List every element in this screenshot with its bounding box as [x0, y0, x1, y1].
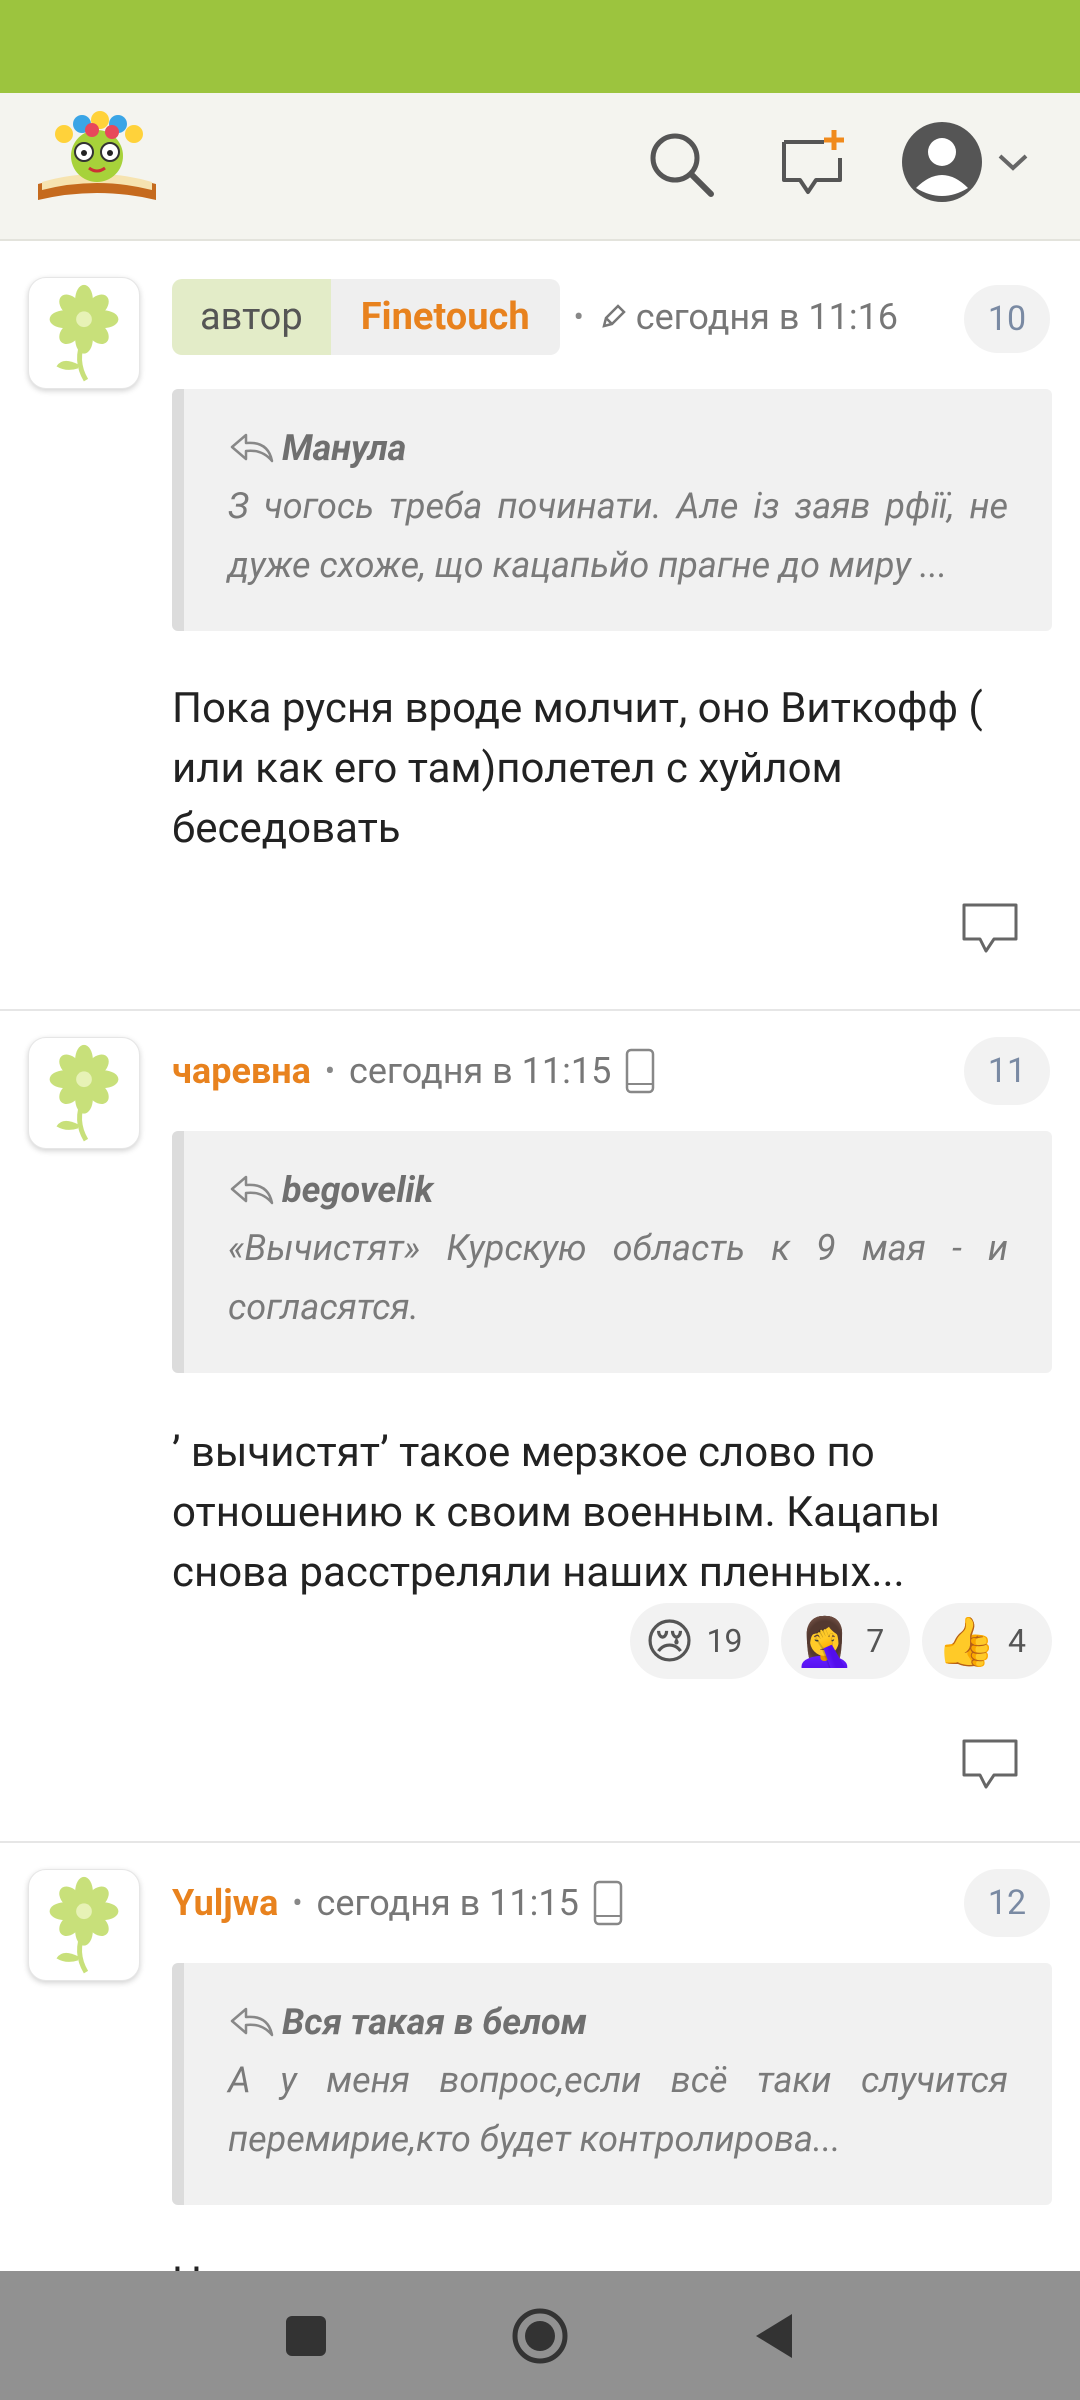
user-avatar-icon[interactable]: [900, 120, 984, 204]
reply-icon[interactable]: [960, 901, 1020, 957]
comment-number[interactable]: 11: [964, 1037, 1050, 1105]
username[interactable]: Finetouch: [330, 279, 560, 355]
recent-apps-icon[interactable]: [284, 2314, 328, 2358]
comment-meta: автор Finetouch • сегодня в 11:16: [172, 279, 898, 355]
reaction-count: 19: [706, 1622, 743, 1660]
pencil-icon: [602, 304, 626, 328]
comment-number[interactable]: 12: [964, 1869, 1050, 1937]
comment-meta: Yuljwa • сегодня в 11:15: [172, 1865, 623, 1941]
comment-item: чаревна • сегодня в 11:15 11 begovelik «…: [0, 1011, 1080, 1843]
author-label: автор: [172, 279, 331, 355]
quote-block[interactable]: begovelik «Вычистят» Курскую область к 9…: [172, 1131, 1052, 1373]
facepalm-emoji-icon: 🤦‍♀️: [794, 1612, 855, 1670]
reaction-count: 4: [1008, 1622, 1026, 1660]
separator-dot: •: [324, 1053, 335, 1089]
reply-arrow-icon: [230, 433, 274, 463]
comment-meta: чаревна • сегодня в 11:15: [172, 1033, 655, 1109]
username[interactable]: чаревна: [172, 1050, 311, 1092]
reaction-count: 7: [866, 1622, 885, 1660]
comment-text: ’ вычистят’ такое мерзкое слово по отнош…: [172, 1428, 941, 1597]
comment-text: Н: [172, 2253, 1052, 2271]
mobile-device-icon: [626, 1048, 655, 1094]
comments-list: автор Finetouch • сегодня в 11:16 10 Ман…: [0, 241, 1080, 2271]
avatar[interactable]: [28, 1869, 140, 1981]
comment-item: автор Finetouch • сегодня в 11:16 10 Ман…: [0, 241, 1080, 1011]
system-nav-bar: [0, 2271, 1080, 2400]
comment-time: сегодня в 11:16: [635, 296, 899, 338]
comment-text: Пока русня вроде молчит, оно Виткофф ( и…: [172, 684, 983, 853]
status-bar: [0, 0, 1080, 93]
flower-avatar-icon: [49, 284, 119, 382]
flower-avatar-icon: [49, 1876, 119, 1974]
back-icon[interactable]: [752, 2311, 796, 2361]
quote-block[interactable]: Вся такая в белом А у меня вопрос,если в…: [172, 1963, 1052, 2205]
username[interactable]: Yuljwa: [172, 1882, 278, 1924]
avatar[interactable]: [28, 277, 140, 389]
reply-icon[interactable]: [960, 1737, 1020, 1793]
reply-arrow-icon: [230, 2007, 274, 2037]
reaction-facepalm[interactable]: 🤦‍♀️ 7: [780, 1603, 911, 1679]
comment-time: сегодня в 11:15: [316, 1882, 579, 1924]
home-icon[interactable]: [510, 2306, 570, 2366]
author-badge[interactable]: автор Finetouch: [172, 279, 560, 355]
reactions-bar: 😢 19 🤦‍♀️ 7 👍 4: [630, 1603, 1052, 1679]
flower-avatar-icon: [49, 1044, 119, 1142]
avatar[interactable]: [28, 1037, 140, 1149]
comment-item: Yuljwa • сегодня в 11:15 12 Вся такая в …: [0, 1843, 1080, 2271]
site-logo[interactable]: [34, 110, 160, 210]
crying-emoji-icon: 😢: [644, 1612, 695, 1670]
separator-dot: •: [573, 299, 584, 335]
reply-arrow-icon: [230, 1175, 274, 1205]
comment-number[interactable]: 10: [964, 285, 1050, 353]
thumbs-up-emoji-icon: 👍: [936, 1612, 997, 1670]
quote-text: А у меня вопрос,если всё таки случится п…: [228, 2059, 1008, 2160]
separator-dot: •: [292, 1885, 303, 1921]
reaction-crying[interactable]: 😢 19: [630, 1603, 769, 1679]
quote-author: Манула: [282, 427, 407, 469]
search-icon[interactable]: [645, 128, 717, 200]
new-post-icon[interactable]: [778, 128, 850, 200]
comment-time: сегодня в 11:15: [349, 1050, 612, 1092]
chevron-down-icon[interactable]: [996, 148, 1030, 176]
quote-text: З чогось треба починати. Але із заяв рфі…: [228, 485, 1008, 586]
reaction-thumbs-up[interactable]: 👍 4: [922, 1603, 1052, 1679]
quote-author: begovelik: [282, 1169, 434, 1211]
quote-author: Вся такая в белом: [282, 2001, 588, 2043]
quote-block[interactable]: Манула З чогось треба починати. Але із з…: [172, 389, 1052, 631]
quote-text: «Вычистят» Курскую область к 9 мая - и с…: [228, 1227, 1008, 1328]
mobile-device-icon: [593, 1880, 623, 1926]
